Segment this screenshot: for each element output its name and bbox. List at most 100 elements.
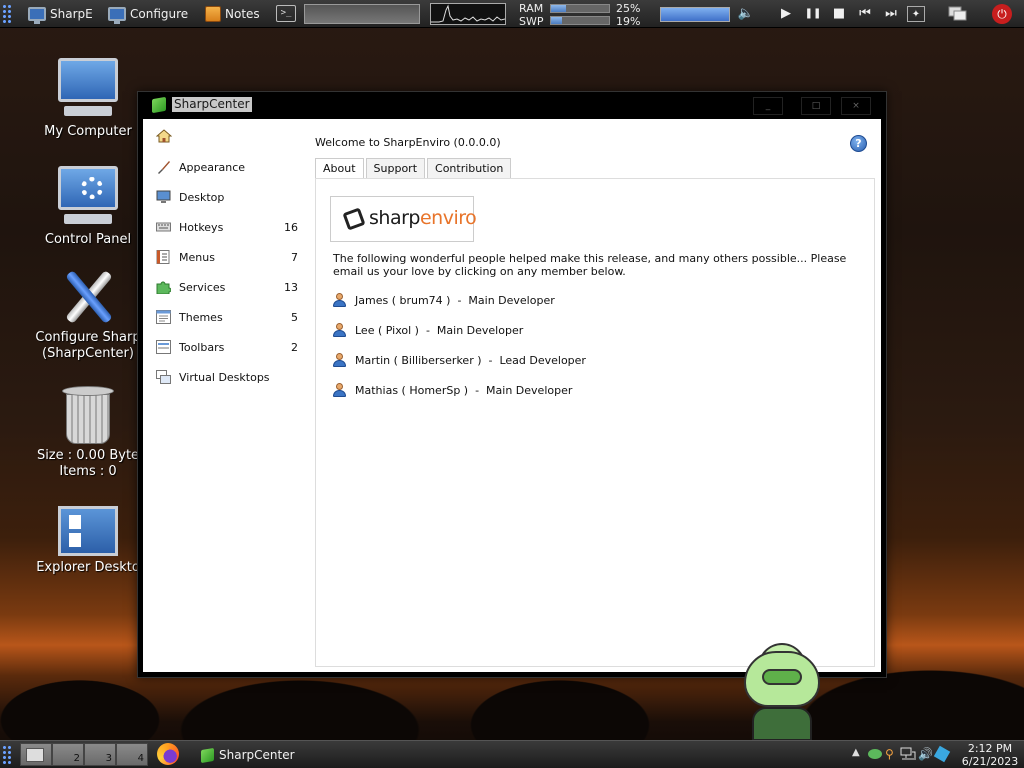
desktop-icon-label-line1: Configure Sharp: [35, 330, 141, 345]
workspace-3[interactable]: 3: [84, 743, 116, 766]
configure-button[interactable]: Configure: [108, 3, 188, 25]
user-icon: [333, 293, 346, 307]
sharpcenter-icon: [152, 96, 166, 114]
sidebar-item-label: Virtual Desktops: [179, 370, 270, 384]
control-panel-icon: [56, 166, 120, 228]
stop-icon[interactable]: ■: [830, 6, 848, 22]
mascot-tray-icon[interactable]: ✦: [907, 6, 925, 22]
network-icon[interactable]: [900, 747, 916, 764]
command-input[interactable]: [304, 4, 420, 24]
taskbar-item-label: SharpCenter: [219, 748, 295, 762]
next-icon[interactable]: ⏭: [882, 6, 900, 22]
keyboard-icon: [156, 220, 171, 234]
search-icon[interactable]: ⚲: [885, 747, 894, 761]
tab-about[interactable]: About: [315, 158, 364, 179]
mascot-character: [740, 643, 824, 741]
menu-icon: [156, 250, 171, 264]
desktop-icon-label: My Computer: [44, 124, 132, 139]
sidebar-item-desktop[interactable]: Desktop: [143, 185, 313, 209]
workspace-1[interactable]: [20, 743, 52, 766]
close-button[interactable]: ×: [841, 97, 871, 115]
themes-icon: [156, 310, 171, 324]
volume-slider[interactable]: [660, 7, 730, 22]
member-item[interactable]: Mathias ( HomerSp ) - Main Developer: [333, 381, 572, 399]
sidebar-item-menus[interactable]: Menus 7: [143, 245, 313, 269]
maximize-button[interactable]: □: [801, 97, 831, 115]
desktop-icon-label: Explorer Deskto: [36, 560, 140, 575]
member-label: Lee ( Pixol ) - Main Developer: [355, 323, 524, 337]
user-icon: [333, 383, 346, 397]
volume-icon[interactable]: 🔊: [918, 747, 933, 761]
tab-support[interactable]: Support: [365, 158, 426, 178]
tray-expand-icon[interactable]: ▲: [852, 747, 860, 758]
notes-label: Notes: [225, 7, 260, 21]
home-icon[interactable]: [155, 129, 173, 143]
top-bar-grip[interactable]: [2, 4, 12, 24]
desktop-icon-label: Control Panel: [44, 232, 132, 247]
terminal-icon[interactable]: >_: [276, 5, 296, 22]
tab-contribution[interactable]: Contribution: [427, 158, 512, 178]
cpu-graph: [430, 3, 506, 25]
sidebar-item-services[interactable]: Services 13: [143, 275, 313, 299]
member-item[interactable]: Lee ( Pixol ) - Main Developer: [333, 321, 523, 339]
sidebar-item-label: Services: [179, 280, 226, 294]
monitor-icon: [28, 7, 46, 24]
tray-blue-icon[interactable]: [933, 745, 951, 763]
welcome-text: Welcome to SharpEnviro (0.0.0.0): [315, 136, 501, 149]
sharpe-button[interactable]: SharpE: [28, 3, 93, 25]
intro-text: The following wonderful people helped ma…: [333, 252, 847, 278]
desktop-icon-control-panel[interactable]: Control Panel: [33, 166, 143, 248]
speaker-icon[interactable]: 🔈: [737, 6, 755, 22]
desktop-icon-my-computer[interactable]: My Computer: [33, 58, 143, 140]
previous-icon[interactable]: ⏮: [856, 6, 874, 22]
sidebar-item-toolbars[interactable]: Toolbars 2: [143, 335, 313, 359]
window-titlebar[interactable]: SharpCenter _ □ ×: [138, 92, 886, 119]
user-icon: [333, 323, 346, 337]
power-icon[interactable]: ⏻: [992, 4, 1012, 24]
logo-text-part2: enviro: [419, 207, 477, 229]
sidebar-item-hotkeys[interactable]: Hotkeys 16: [143, 215, 313, 239]
swp-percent: 19%: [616, 15, 641, 28]
brush-icon: [156, 160, 171, 174]
workspace-4[interactable]: 4: [116, 743, 148, 766]
help-icon[interactable]: ?: [850, 135, 867, 152]
about-panel: sharpenviro The following wonderful peop…: [315, 178, 875, 667]
firefox-icon[interactable]: [157, 743, 179, 765]
play-icon[interactable]: ▶: [777, 6, 795, 22]
workspace-2[interactable]: 2: [52, 743, 84, 766]
taskbar-item-sharpcenter[interactable]: SharpCenter: [201, 745, 295, 765]
sidebar: Appearance Desktop Hotkeys 16 Menus 7 Se…: [143, 119, 313, 672]
member-label: Martin ( Billiberserker ) - Lead Develop…: [355, 353, 586, 367]
window-title: SharpCenter: [172, 97, 252, 112]
member-item[interactable]: James ( brum74 ) - Main Developer: [333, 291, 555, 309]
sidebar-item-label: Hotkeys: [179, 220, 224, 234]
desktop-icon-configure-sharp[interactable]: Configure Sharp (SharpCenter): [33, 266, 143, 362]
sidebar-item-count: 2: [291, 340, 298, 354]
notes-button[interactable]: Notes: [205, 3, 260, 25]
pause-icon[interactable]: ❚❚: [804, 6, 822, 22]
taskbar-grip[interactable]: [2, 745, 12, 765]
toolbar-icon: [156, 340, 171, 354]
desktop-icon-explorer-desktop[interactable]: Explorer Deskto: [33, 506, 143, 576]
sidebar-item-themes[interactable]: Themes 5: [143, 305, 313, 329]
desktop-icon-label-line2: (SharpCenter): [42, 346, 134, 361]
clock[interactable]: 2:12 PM 6/21/2023: [958, 742, 1022, 768]
sidebar-item-count: 7: [291, 250, 298, 264]
swp-label: SWP: [519, 15, 544, 28]
windows-icon[interactable]: [948, 6, 968, 22]
tools-icon: [58, 266, 118, 326]
sidebar-item-appearance[interactable]: Appearance: [143, 155, 313, 179]
notes-icon: [205, 6, 221, 22]
explorer-icon: [58, 506, 118, 556]
logo-text-part1: sharp: [369, 207, 420, 229]
desktop-icon-label-line1: Size : 0.00 Byte: [36, 448, 140, 463]
desktop-icon-recycle-bin[interactable]: Size : 0.00 Byte Items : 0: [33, 386, 143, 480]
sidebar-item-label: Toolbars: [179, 340, 225, 354]
member-item[interactable]: Martin ( Billiberserker ) - Lead Develop…: [333, 351, 586, 369]
sharpcenter-icon: [201, 747, 214, 763]
tray-app-icon[interactable]: [868, 749, 882, 759]
minimize-button[interactable]: _: [753, 97, 783, 115]
sidebar-item-label: Themes: [179, 310, 223, 324]
sidebar-item-virtual-desktops[interactable]: Virtual Desktops: [143, 365, 313, 389]
sidebar-item-label: Menus: [179, 250, 215, 264]
